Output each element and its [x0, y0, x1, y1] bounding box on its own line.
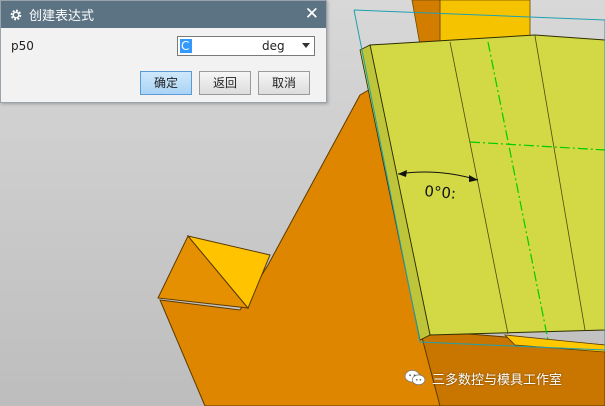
parameter-row: p50 C deg: [1, 36, 326, 58]
expression-field[interactable]: C deg: [177, 36, 315, 56]
parameter-label: p50: [11, 39, 34, 53]
back-button[interactable]: 返回: [199, 71, 251, 95]
unit-select[interactable]: deg: [262, 39, 285, 53]
dialog-titlebar[interactable]: 创建表达式 ✕: [1, 1, 326, 28]
ok-button[interactable]: 确定: [140, 71, 192, 95]
gear-icon: [10, 9, 22, 20]
close-icon[interactable]: ✕: [305, 5, 319, 23]
chevron-down-icon[interactable]: [302, 43, 310, 48]
expression-input[interactable]: C: [180, 39, 192, 53]
watermark: 三多数控与模具工作室: [404, 366, 562, 390]
create-expression-dialog: 创建表达式 ✕ p50 C deg 确定 返回 取消: [0, 0, 327, 103]
watermark-text: 三多数控与模具工作室: [432, 372, 563, 388]
angle-label[interactable]: 0°0:: [424, 182, 457, 203]
cancel-button[interactable]: 取消: [258, 71, 310, 95]
wechat-icon: [404, 369, 426, 386]
dialog-title: 创建表达式: [29, 9, 95, 24]
